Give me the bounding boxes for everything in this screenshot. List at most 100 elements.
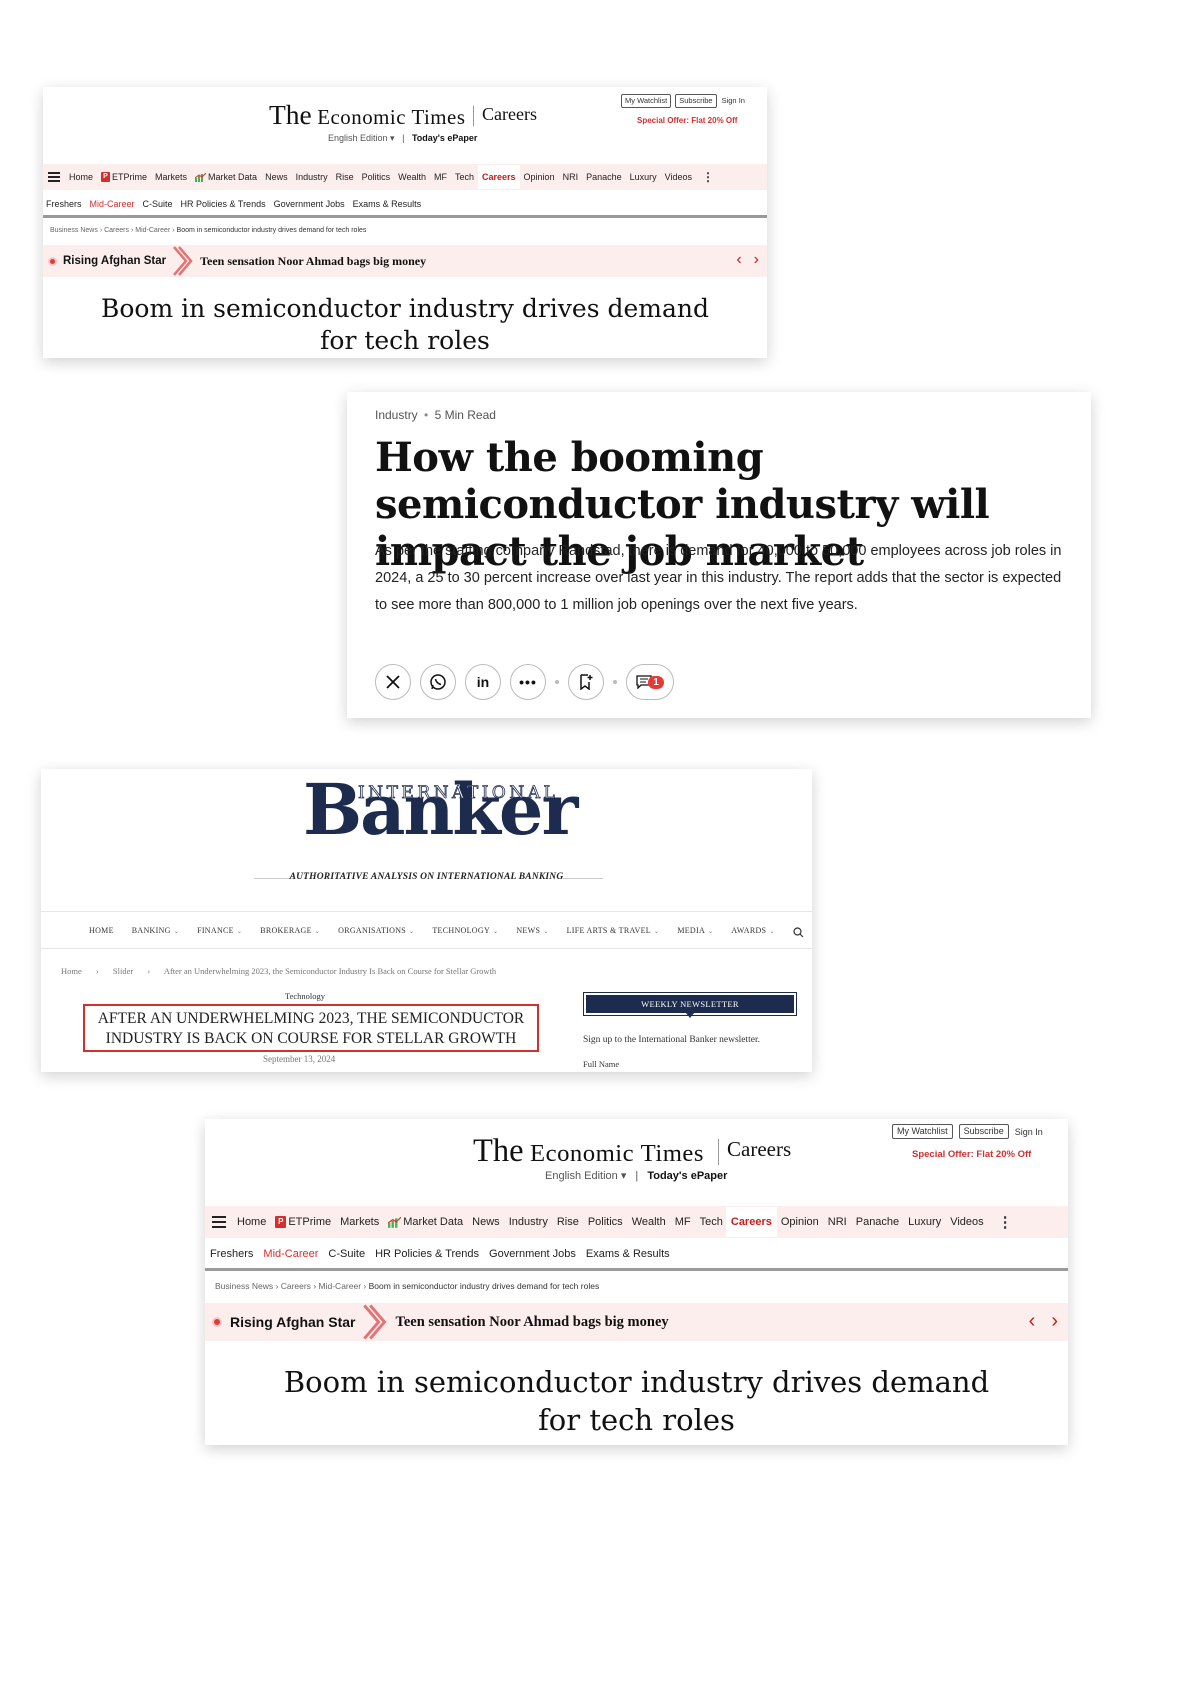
nav-industry[interactable]: Industry (509, 1216, 548, 1228)
nav-luxury[interactable]: Luxury (630, 172, 657, 182)
x-share-button[interactable] (375, 664, 411, 700)
ib-nav-life-arts-travel[interactable]: LIFE ARTS & TRAVEL ⌄ (567, 926, 660, 935)
nav-rise[interactable]: Rise (336, 172, 354, 182)
watchlist-button[interactable]: My Watchlist (892, 1124, 953, 1139)
nav-etprime[interactable]: ETPrime (288, 1216, 331, 1228)
nav-wealth[interactable]: Wealth (632, 1216, 666, 1228)
nav-tech[interactable]: Tech (700, 1216, 723, 1228)
more-share-button[interactable]: ••• (510, 664, 546, 700)
subnav-mid-career[interactable]: Mid-Career (90, 199, 135, 209)
nav-luxury[interactable]: Luxury (908, 1216, 941, 1228)
crumb-home[interactable]: Home (61, 966, 82, 976)
nav-videos[interactable]: Videos (665, 172, 692, 182)
signin-link[interactable]: Sign In (722, 96, 745, 105)
epaper-link[interactable]: Today's ePaper (412, 133, 478, 143)
nav-home[interactable]: Home (69, 172, 93, 182)
nav-panache[interactable]: Panache (586, 172, 622, 182)
subnav-exams-results[interactable]: Exams & Results (586, 1248, 670, 1260)
ib-nav-news[interactable]: NEWS ⌄ (516, 926, 548, 935)
linkedin-share-button[interactable]: in (465, 664, 501, 700)
nav-news[interactable]: News (472, 1216, 500, 1228)
subscribe-button[interactable]: Subscribe (675, 94, 717, 108)
subscribe-button[interactable]: Subscribe (958, 1124, 1009, 1139)
subnav-c-suite[interactable]: C-Suite (143, 199, 173, 209)
nav-nri[interactable]: NRI (563, 172, 579, 182)
ticker-headline[interactable]: Teen sensation Noor Ahmad bags big money (200, 254, 426, 269)
subnav-exams-results[interactable]: Exams & Results (353, 199, 422, 209)
article-category[interactable]: Industry (375, 408, 418, 422)
nav-opinion[interactable]: Opinion (781, 1216, 819, 1228)
ib-nav-finance[interactable]: FINANCE ⌄ (197, 926, 242, 935)
nav-opinion[interactable]: Opinion (524, 172, 555, 182)
ib-nav-banking[interactable]: BANKING ⌄ (132, 926, 179, 935)
hamburger-icon[interactable] (48, 172, 60, 182)
nav-politics[interactable]: Politics (362, 172, 391, 182)
ticker-next-icon[interactable]: › (1051, 1310, 1058, 1333)
ticker-headline[interactable]: Teen sensation Noor Ahmad bags big money (396, 1314, 669, 1331)
nav-home[interactable]: Home (237, 1216, 266, 1228)
ticker-label[interactable]: Rising Afghan Star (230, 1314, 356, 1330)
crumb-careers[interactable]: Careers (104, 227, 129, 234)
subnav-government-jobs[interactable]: Government Jobs (274, 199, 345, 209)
et-logo[interactable]: The Economic Times (473, 1133, 704, 1170)
ticker-prev-icon[interactable]: ‹ (1029, 1310, 1036, 1333)
nav-news[interactable]: News (265, 172, 288, 182)
ticker-prev-icon[interactable]: ‹ (736, 251, 741, 269)
nav-politics[interactable]: Politics (588, 1216, 623, 1228)
nav-market-data[interactable]: Market Data (403, 1216, 463, 1228)
crumb-slider[interactable]: Slider (113, 966, 133, 976)
nav-markets[interactable]: Markets (340, 1216, 379, 1228)
signin-link[interactable]: Sign In (1015, 1127, 1043, 1137)
ib-logo[interactable]: Banker INTERNATIONAL (303, 775, 578, 865)
nav-mf[interactable]: MF (434, 172, 447, 182)
whatsapp-share-button[interactable] (420, 664, 456, 700)
crumb-mid-career[interactable]: Mid-Career (135, 227, 170, 234)
bookmark-button[interactable] (568, 664, 604, 700)
ib-nav-awards[interactable]: AWARDS ⌄ (731, 926, 774, 935)
nav-mf[interactable]: MF (675, 1216, 691, 1228)
subnav-freshers[interactable]: Freshers (210, 1248, 253, 1260)
nav-nri[interactable]: NRI (828, 1216, 847, 1228)
edition-selector[interactable]: English Edition ▾ (328, 133, 395, 143)
section-title[interactable]: Careers (482, 104, 537, 125)
epaper-link[interactable]: Today's ePaper (647, 1170, 727, 1182)
nav-tech[interactable]: Tech (455, 172, 474, 182)
crumb-mid-career[interactable]: Mid-Career (319, 1281, 362, 1291)
section-title[interactable]: Careers (727, 1137, 791, 1162)
crumb-business-news[interactable]: Business News (50, 227, 98, 234)
subnav-freshers[interactable]: Freshers (46, 199, 82, 209)
et-logo[interactable]: The Economic Times (269, 99, 465, 131)
nav-panache[interactable]: Panache (856, 1216, 899, 1228)
nav-rise[interactable]: Rise (557, 1216, 579, 1228)
nav-videos[interactable]: Videos (950, 1216, 983, 1228)
subnav-c-suite[interactable]: C-Suite (328, 1248, 365, 1260)
hamburger-icon[interactable] (212, 1216, 226, 1228)
watchlist-button[interactable]: My Watchlist (621, 94, 672, 108)
search-icon[interactable] (793, 925, 804, 937)
subnav-mid-career[interactable]: Mid-Career (263, 1248, 318, 1260)
crumb-business-news[interactable]: Business News (215, 1281, 273, 1291)
nav-markets[interactable]: Markets (155, 172, 187, 182)
ticker-label[interactable]: Rising Afghan Star (63, 255, 166, 267)
ib-nav-media[interactable]: MEDIA ⌄ (677, 926, 713, 935)
nav-industry[interactable]: Industry (296, 172, 328, 182)
subnav-government-jobs[interactable]: Government Jobs (489, 1248, 576, 1260)
ib-nav-brokerage[interactable]: BROKERAGE ⌄ (260, 926, 320, 935)
nav-market-data[interactable]: Market Data (208, 172, 257, 182)
nav-careers[interactable]: Careers (725, 1207, 777, 1237)
more-menu-icon[interactable]: ⋮ (998, 1213, 1013, 1231)
special-offer[interactable]: Special Offer: Flat 20% Off (637, 116, 737, 125)
ib-nav-organisations[interactable]: ORGANISATIONS ⌄ (338, 926, 414, 935)
more-menu-icon[interactable]: ⋮ (702, 170, 714, 184)
subnav-hr-policies[interactable]: HR Policies & Trends (375, 1248, 479, 1260)
edition-selector[interactable]: English Edition ▾ (545, 1170, 626, 1182)
subnav-hr-policies[interactable]: HR Policies & Trends (181, 199, 266, 209)
nav-wealth[interactable]: Wealth (398, 172, 426, 182)
ib-nav-home[interactable]: HOME (89, 926, 114, 935)
comments-button[interactable]: 1 (626, 664, 674, 700)
nav-careers[interactable]: Careers (478, 165, 520, 189)
nav-etprime[interactable]: ETPrime (112, 172, 147, 182)
ib-category[interactable]: Technology (285, 991, 325, 1001)
ib-nav-technology[interactable]: TECHNOLOGY ⌄ (432, 926, 498, 935)
ticker-next-icon[interactable]: › (754, 251, 759, 269)
